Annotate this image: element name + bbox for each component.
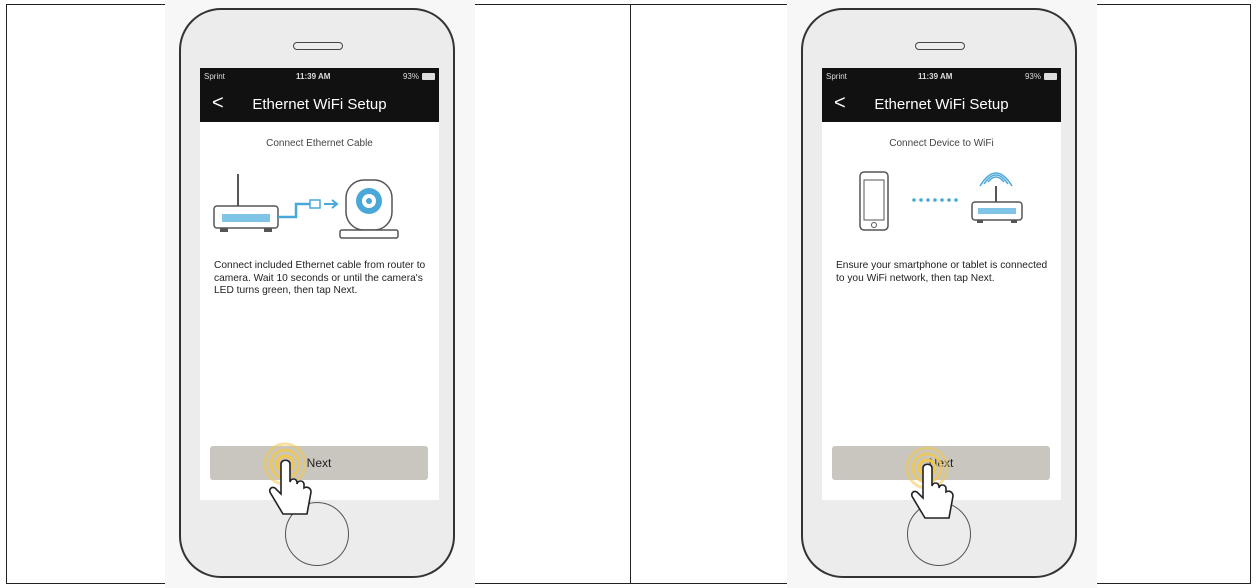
speaker-icon	[293, 42, 343, 50]
ethernet-cable-icon	[278, 199, 339, 219]
step-heading: Connect Ethernet Cable	[266, 138, 373, 149]
battery-icon	[1044, 73, 1057, 80]
nav-bar: < Ethernet WiFi Setup	[200, 86, 439, 122]
router-icon	[213, 174, 279, 232]
speaker-icon	[915, 42, 965, 50]
battery-icon	[422, 73, 435, 80]
clock-label: 11:39 AM	[918, 72, 953, 81]
column-divider	[630, 5, 631, 583]
step-description: Connect included Ethernet cable from rou…	[214, 260, 426, 296]
tap-gesture-hand-icon	[263, 442, 312, 515]
nav-title: Ethernet WiFi Setup	[874, 96, 1009, 113]
status-bar: Sprint 11:39 AM 93%	[822, 68, 1061, 86]
tap-gesture-hand-icon	[905, 446, 954, 519]
phone-screen: Sprint 11:39 AM 93% < Ethernet WiFi Setu…	[200, 68, 439, 500]
wifi-router-icon	[971, 172, 1023, 223]
carrier-label: Sprint	[826, 72, 847, 81]
panel-ethernet-cable: Sprint 11:39 AM 93% < Ethernet WiFi Setu…	[165, 0, 475, 588]
clock-label: 11:39 AM	[296, 72, 331, 81]
step-heading: Connect Device to WiFi	[889, 138, 994, 149]
battery-label: 93%	[1024, 72, 1041, 81]
router-to-camera-illustration	[213, 174, 399, 239]
phone-to-router-wifi-illustration	[859, 171, 1023, 231]
connection-dots-icon	[912, 198, 958, 202]
smartphone-icon	[859, 171, 889, 231]
nav-title: Ethernet WiFi Setup	[252, 96, 387, 113]
carrier-label: Sprint	[204, 72, 225, 81]
battery-label: 93%	[402, 72, 419, 81]
status-bar: Sprint 11:39 AM 93%	[200, 68, 439, 86]
camera-icon	[339, 179, 399, 239]
nav-bar: < Ethernet WiFi Setup	[822, 86, 1061, 122]
panel-device-wifi: Sprint 11:39 AM 93% < Ethernet WiFi Setu…	[787, 0, 1097, 588]
step-description: Ensure your smartphone or tablet is conn…	[836, 260, 1048, 284]
phone-screen: Sprint 11:39 AM 93% < Ethernet WiFi Setu…	[822, 68, 1061, 500]
